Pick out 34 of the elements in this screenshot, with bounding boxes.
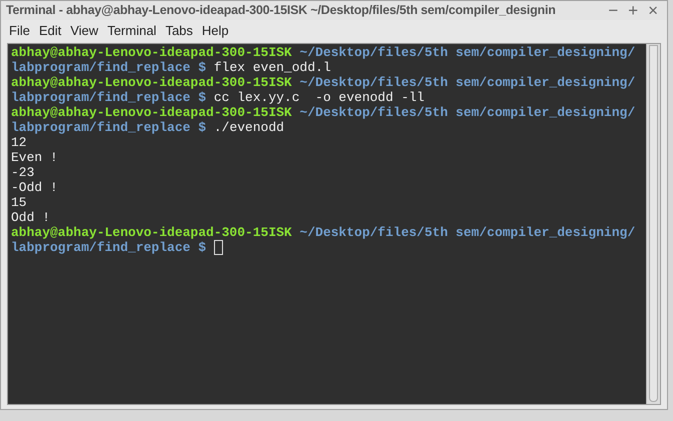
path-text: ~/Desktop/files/5th sem/compiler_designing/ bbox=[298, 105, 636, 120]
path-text: labprogram/find_replace $ bbox=[11, 60, 206, 75]
output-text: Even ! bbox=[11, 150, 58, 165]
menu-item[interactable]: View bbox=[66, 21, 102, 41]
minimize-button[interactable]: − bbox=[608, 2, 618, 19]
path-text: labprogram/find_replace $ bbox=[11, 90, 206, 105]
command-text: cc lex.yy.c -o evenodd -ll bbox=[212, 90, 424, 105]
path-text: ~/Desktop/files/5th sem/compiler_designing/ bbox=[298, 225, 636, 240]
path-text: ~/Desktop/files/5th sem/compiler_designing/ bbox=[298, 45, 636, 60]
output-text: -23 bbox=[11, 165, 34, 180]
output-text: 12 bbox=[11, 135, 27, 150]
user-host-text: abhay@abhay-Lenovo-ideapad-300-15ISK bbox=[11, 105, 292, 120]
path-text: labprogram/find_replace $ bbox=[11, 120, 206, 135]
output-text: Odd ! bbox=[11, 210, 50, 225]
menu-item[interactable]: Edit bbox=[34, 21, 66, 41]
user-host-text: abhay@abhay-Lenovo-ideapad-300-15ISK bbox=[11, 225, 292, 240]
menu-item[interactable]: Help bbox=[198, 21, 233, 41]
user-host-text: abhay@abhay-Lenovo-ideapad-300-15ISK bbox=[11, 75, 292, 90]
path-text: ~/Desktop/files/5th sem/compiler_designing/ bbox=[298, 75, 636, 90]
scrollbar-thumb[interactable] bbox=[649, 45, 658, 402]
menu-item[interactable]: Terminal bbox=[103, 21, 160, 41]
window-title: Terminal - abhay@abhay-Lenovo-ideapad-300-15ISK ~/Desktop/files/5th sem/compiler_designin bbox=[6, 2, 557, 20]
command-text: flex even_odd.l bbox=[212, 60, 331, 75]
output-text: -Odd ! bbox=[11, 180, 58, 195]
menu-item[interactable]: File bbox=[5, 21, 34, 41]
text-cursor bbox=[214, 240, 224, 255]
maximize-button[interactable]: + bbox=[628, 2, 638, 19]
close-button[interactable]: × bbox=[648, 2, 658, 19]
user-host-text: abhay@abhay-Lenovo-ideapad-300-15ISK bbox=[11, 45, 292, 60]
scrollbar[interactable] bbox=[646, 44, 660, 404]
output-text: 15 bbox=[11, 195, 27, 210]
command-text: ./evenodd bbox=[212, 120, 284, 135]
menu-item[interactable]: Tabs bbox=[161, 21, 197, 41]
path-text: labprogram/find_replace $ bbox=[11, 240, 206, 255]
